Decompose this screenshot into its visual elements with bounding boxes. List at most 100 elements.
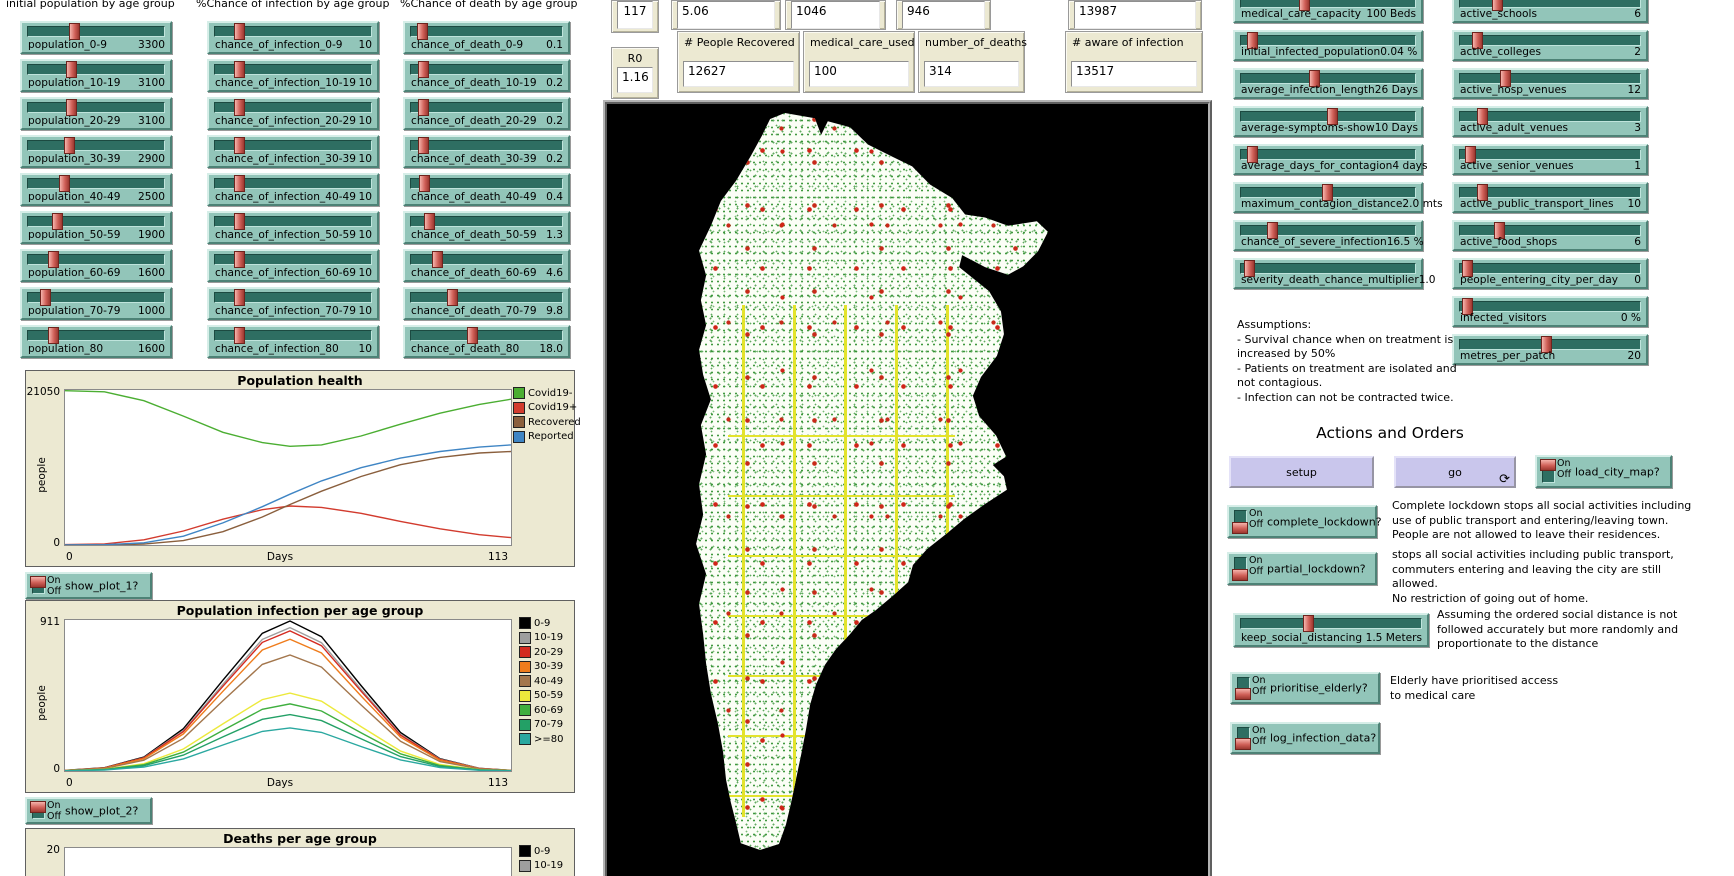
slider-track[interactable] (27, 64, 165, 75)
venue-slider[interactable]: active_schools6 (1452, 0, 1648, 23)
complete-lockdown-switch[interactable]: OnOff complete_lockdown? (1227, 505, 1377, 538)
death-slider[interactable]: chance_of_death_0-90.1 (403, 21, 570, 54)
parameter-slider[interactable]: maximum_contagion_distance2.0 mts (1233, 182, 1423, 213)
slider-track[interactable] (410, 178, 563, 189)
death-slider[interactable]: chance_of_death_8018.0 (403, 325, 570, 358)
slider-thumb[interactable] (69, 23, 80, 40)
parameter-slider[interactable]: medical_care_capacity100 Beds (1233, 0, 1423, 23)
slider-track[interactable] (27, 178, 165, 189)
slider-thumb[interactable] (467, 327, 478, 344)
slider-thumb[interactable] (234, 23, 245, 40)
infection-slider[interactable]: chance_of_infection_8010 (207, 325, 379, 358)
slider-track[interactable] (410, 102, 563, 113)
slider-thumb[interactable] (234, 137, 245, 154)
slider-thumb[interactable] (417, 23, 428, 40)
slider-thumb[interactable] (234, 289, 245, 306)
switch-knob[interactable] (1235, 738, 1251, 750)
slider-thumb[interactable] (66, 99, 77, 116)
slider-track[interactable] (1240, 618, 1422, 629)
infection-slider[interactable]: chance_of_infection_60-6910 (207, 249, 379, 282)
population-slider[interactable]: population_20-293100 (20, 97, 172, 130)
slider-track[interactable] (1459, 73, 1641, 84)
death-slider[interactable]: chance_of_death_60-694.6 (403, 249, 570, 282)
venue-slider[interactable]: active_public_transport_lines10 (1452, 182, 1648, 213)
slider-thumb[interactable] (418, 99, 429, 116)
slider-thumb[interactable] (48, 327, 59, 344)
slider-track[interactable] (1459, 301, 1641, 312)
infection-slider[interactable]: chance_of_infection_50-5910 (207, 211, 379, 244)
slider-track[interactable] (1459, 263, 1641, 274)
slider-thumb[interactable] (40, 289, 51, 306)
death-slider[interactable]: chance_of_death_50-591.3 (403, 211, 570, 244)
slider-thumb[interactable] (59, 175, 70, 192)
death-slider[interactable]: chance_of_death_40-490.4 (403, 173, 570, 206)
show-plot-1-switch[interactable]: OnOff show_plot_1? (25, 572, 152, 599)
infection-slider[interactable]: chance_of_infection_10-1910 (207, 59, 379, 92)
go-button[interactable]: go⟳ (1394, 456, 1516, 488)
parameter-slider[interactable]: average_infection_length26 Days (1233, 68, 1423, 99)
setup-button[interactable]: setup (1229, 456, 1374, 488)
slider-thumb[interactable] (419, 175, 430, 192)
switch-knob[interactable] (1540, 459, 1556, 471)
parameter-slider[interactable]: chance_of_severe_infection16.5 % (1233, 220, 1423, 251)
slider-track[interactable] (1240, 73, 1416, 84)
switch-knob[interactable] (1232, 522, 1248, 534)
switch-knob[interactable] (1235, 688, 1251, 700)
death-slider[interactable]: chance_of_death_30-390.2 (403, 135, 570, 168)
slider-track[interactable] (27, 216, 165, 227)
slider-track[interactable] (410, 64, 563, 75)
population-slider[interactable]: population_60-691600 (20, 249, 172, 282)
venue-slider[interactable]: infected_visitors0 % (1452, 296, 1648, 327)
slider-track[interactable] (27, 140, 165, 151)
parameter-slider[interactable]: average-symptoms-show10 Days (1233, 106, 1423, 137)
venue-slider[interactable]: active_food_shops6 (1452, 220, 1648, 251)
death-slider[interactable]: chance_of_death_10-190.2 (403, 59, 570, 92)
slider-track[interactable] (1459, 35, 1641, 46)
venue-slider[interactable]: active_adult_venues3 (1452, 106, 1648, 137)
parameter-slider[interactable]: severity_death_chance_multiplier1.0 (1233, 258, 1423, 289)
load-city-map-switch[interactable]: OnOff load_city_map? (1535, 455, 1672, 488)
venue-slider[interactable]: active_hosp_venues12 (1452, 68, 1648, 99)
slider-track[interactable] (27, 102, 165, 113)
infection-slider[interactable]: chance_of_infection_70-7910 (207, 287, 379, 320)
slider-thumb[interactable] (234, 327, 245, 344)
slider-track[interactable] (27, 26, 165, 37)
infection-slider[interactable]: chance_of_infection_30-3910 (207, 135, 379, 168)
parameter-slider[interactable]: average_days_for_contagion4 days (1233, 144, 1423, 175)
venue-slider[interactable]: metres_per_patch20 (1452, 334, 1648, 365)
slider-thumb[interactable] (1303, 615, 1314, 632)
slider-track[interactable] (1240, 35, 1416, 46)
keep-social-distancing-slider[interactable]: keep_social_distancing1.5 Meters (1233, 613, 1429, 647)
partial-lockdown-switch[interactable]: OnOff partial_lockdown? (1227, 552, 1377, 585)
population-slider[interactable]: population_70-791000 (20, 287, 172, 320)
venue-slider[interactable]: people_entering_city_per_day0 (1452, 258, 1648, 289)
slider-thumb[interactable] (234, 175, 245, 192)
slider-track[interactable] (1459, 149, 1641, 160)
population-slider[interactable]: population_10-193100 (20, 59, 172, 92)
slider-thumb[interactable] (64, 137, 75, 154)
venue-slider[interactable]: active_colleges2 (1452, 30, 1648, 61)
slider-track[interactable] (1240, 149, 1416, 160)
slider-track[interactable] (1459, 225, 1641, 236)
slider-track[interactable] (410, 292, 563, 303)
slider-thumb[interactable] (52, 213, 63, 230)
slider-track[interactable] (410, 26, 563, 37)
death-slider[interactable]: chance_of_death_20-290.2 (403, 97, 570, 130)
population-slider[interactable]: population_30-392900 (20, 135, 172, 168)
slider-thumb[interactable] (424, 213, 435, 230)
population-slider[interactable]: population_0-93300 (20, 21, 172, 54)
infection-slider[interactable]: chance_of_infection_0-910 (207, 21, 379, 54)
show-plot-2-switch[interactable]: OnOff show_plot_2? (25, 797, 152, 824)
slider-thumb[interactable] (234, 251, 245, 268)
slider-track[interactable] (1240, 0, 1416, 8)
infection-slider[interactable]: chance_of_infection_20-2910 (207, 97, 379, 130)
death-slider[interactable]: chance_of_death_70-799.8 (403, 287, 570, 320)
slider-thumb[interactable] (234, 61, 245, 78)
slider-thumb[interactable] (418, 137, 429, 154)
switch-knob[interactable] (30, 576, 46, 588)
slider-track[interactable] (1240, 263, 1416, 274)
population-slider[interactable]: population_40-492500 (20, 173, 172, 206)
switch-knob[interactable] (30, 801, 46, 813)
slider-thumb[interactable] (432, 251, 443, 268)
infection-slider[interactable]: chance_of_infection_40-4910 (207, 173, 379, 206)
